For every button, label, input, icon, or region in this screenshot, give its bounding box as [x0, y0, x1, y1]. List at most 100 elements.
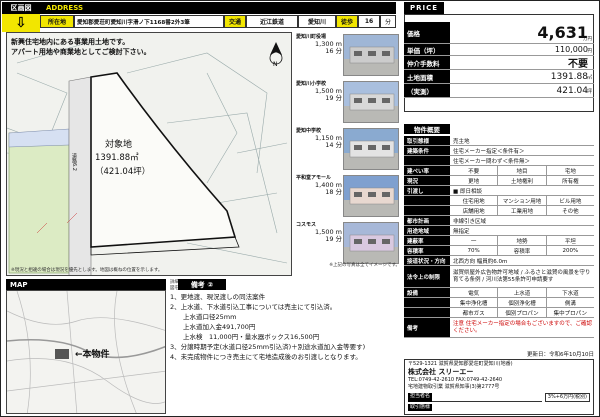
overview-value: 売主地 [453, 138, 470, 145]
overview-row: 都市ガス 個別プロパン 集中プロパン [404, 308, 594, 318]
remarks-line: 4、未完成物件につき売主にて宅地造成後のお引渡しとなります。 [170, 353, 362, 361]
price-unit: 万円 [583, 37, 592, 42]
land-area-row: 土地面積 1391.88 ㎡ [404, 70, 594, 84]
brokerage-key: 仲介手数料 [404, 56, 450, 69]
overview-cell: 70% [467, 247, 480, 254]
remarks-line: 上水道口径25mm [170, 313, 237, 321]
nearby-photo-3 [343, 175, 399, 217]
remarks-label: 備考 ② [178, 279, 226, 290]
nearby-info-2: 愛知中学校 1,150 m 14 分 [296, 128, 342, 149]
overview-cell: 200% [545, 246, 594, 255]
location-value: 愛知郡愛荘町愛知川字滑ノ下1168番2外3筆 [74, 15, 224, 28]
overview-cell: 一 [470, 238, 477, 245]
overview-row: 店舗用地 工業用地 その他 [404, 206, 594, 216]
nearby-photo-2 [343, 128, 399, 170]
overview-key [404, 206, 450, 215]
overview-cell: 上水道 [497, 288, 545, 297]
overview-cell: 店舗用地 [462, 208, 485, 215]
overview-key: 建築条件 [404, 146, 450, 155]
overview-cell: 土地権利 [497, 176, 545, 185]
overview-key: 現況 [404, 176, 450, 185]
nearby-minutes: 18 [325, 188, 334, 196]
overview-row: 設備 電気 上水道 下水道 [404, 288, 594, 298]
overview-key: 備考 [404, 318, 450, 337]
overview-key [404, 308, 450, 317]
overview-key: 引渡し [404, 186, 450, 195]
overview-value: ■ 即日相談 [453, 188, 482, 195]
overview-value: 無指定 [453, 228, 470, 235]
nearby-photo-4 [343, 222, 399, 264]
land-area-key: 土地面積 [404, 70, 450, 83]
overview-cell: 宅地 [545, 166, 594, 175]
overview-row: 用途地域 無指定 [404, 226, 594, 236]
photo-note: ※上記の写真は全てイメージです。 [329, 263, 400, 268]
overview-cell: 更地 [468, 178, 480, 185]
remarks-box: 1、更地渡、現況渡しの同法案件 2、上水道、下水道引込工事については売主にて引込済… [170, 292, 400, 414]
line-name: 近江鉄道 [246, 15, 298, 28]
target-area-tsubo: （421.04坪） [95, 167, 151, 177]
overview-cell: 側溝 [545, 298, 594, 307]
overview-row: 法令上の制限 滋賀県屋外広告物許可地域 / ふるさと滋賀の風景を守り育てる条例 /… [404, 266, 594, 288]
target-label: 対象地 [105, 140, 133, 150]
remarks-line: 1、更地渡、現況渡しの同法案件 [170, 293, 266, 301]
nearby-photo-0 [343, 34, 399, 76]
overview-key [404, 298, 450, 307]
overview-value: 住宅メーカー指定＜条件有＞ [453, 148, 525, 155]
site-plan-drawing [7, 33, 291, 275]
overview-cell: マンション用地 [497, 196, 545, 205]
actual-area-row: （実測） 421.04 坪 [404, 84, 594, 98]
unit-price-value: 110,000 [554, 45, 588, 54]
overview-key: 都市計画 [404, 216, 450, 225]
overview-row: 現況 更地 土地権利 所有権 [404, 176, 594, 186]
unit-price-key: 単価（坪） [404, 44, 450, 55]
walk-minutes: 16 [358, 15, 380, 28]
overview-value: 住宅メーカー問わず＜条件無＞ [453, 158, 531, 165]
svg-text:N: N [273, 61, 278, 67]
nearby-minutes-unit: 分 [335, 235, 343, 243]
overview-cell: 工業用地 [497, 206, 545, 215]
overview-row: 都市計画 非線引き区域 [404, 216, 594, 226]
overview-cell: 都市ガス [462, 310, 485, 317]
overview-value: 滋賀県屋外広告物許可地域 / ふるさと滋賀の風景を守り育てる条例 / 河川法第5… [453, 269, 591, 283]
site-plan: 新興住宅地内にある事業用土地です。 アパート用地や商業地としてご検討下さい。 対… [6, 32, 292, 276]
overview-key: 接道状況・方向 [404, 256, 450, 265]
overview-row: 建ぺい率 不要 地目 宅地 [404, 166, 594, 176]
overview-cell: 個別浄化槽 [497, 298, 545, 307]
overview-key: 法令上の制限 [404, 266, 450, 287]
price-value: 4,631 [537, 23, 588, 42]
price-key: 価格 [404, 22, 450, 43]
target-area-sqm: 1391.88㎡ [95, 153, 139, 163]
overview-cell: 住宅用地 [462, 198, 485, 205]
overview-cell: 集中浄化槽 [459, 300, 488, 307]
overview-key: 建ぺい率 [404, 166, 450, 175]
receipt-key: 取引態様 [408, 404, 433, 411]
area-map: ←本物件 [6, 290, 166, 414]
site-disclaimer: ※現況と相違の場合は現況を優先とします。地図は概ねの位置を示します。 [11, 268, 163, 273]
brokerage-row: 仲介手数料 不要 [404, 56, 594, 70]
map-label: MAP [6, 279, 166, 290]
contact-key: 担当者名 [408, 393, 433, 402]
nearby-minutes-unit: 分 [335, 188, 343, 196]
nearby-info-1: 愛知川小学校 1,500 m 19 分 [296, 81, 342, 102]
remarks-line: 2、上水道、下水道引込工事については売主にて引込済。 [170, 303, 337, 311]
overview-value: 非線引き区域 [453, 218, 487, 225]
overview-cell: 所有権 [545, 176, 594, 185]
overview-cell: 電気 [468, 290, 480, 297]
overview-key: 用途地域 [404, 226, 450, 235]
nearby-minutes-unit: 分 [335, 94, 343, 102]
site-caption: 新興住宅地内にある事業用土地です。 アパート用地や商業地としてご検討下さい。 [11, 38, 151, 56]
transport-key: 交通 [224, 15, 246, 28]
nearby-minutes-unit: 分 [335, 141, 343, 149]
overview-cell: その他 [545, 206, 594, 215]
company-tel: TEL:0749-42-2610 FAX:0749-42-2640 [408, 377, 503, 383]
overview-label: 物件概要 [404, 124, 450, 134]
down-arrow-icon: ⇩ [2, 14, 40, 32]
overview-row: 集中浄化槽 個別浄化槽 側溝 [404, 298, 594, 308]
actual-area-value: 421.04 [556, 85, 589, 96]
overview-cell: 下水道 [545, 288, 594, 297]
company-name: 株式会社 スリーエー [408, 368, 474, 376]
overview-cell: 平坦 [545, 236, 594, 245]
company-address: 〒529-1321 滋賀県愛知郡愛荘町愛知川(地番) [408, 361, 513, 367]
overview-row: 建蔽率 一 地勢 平坦 [404, 236, 594, 246]
price-label: PRICE [404, 2, 444, 14]
